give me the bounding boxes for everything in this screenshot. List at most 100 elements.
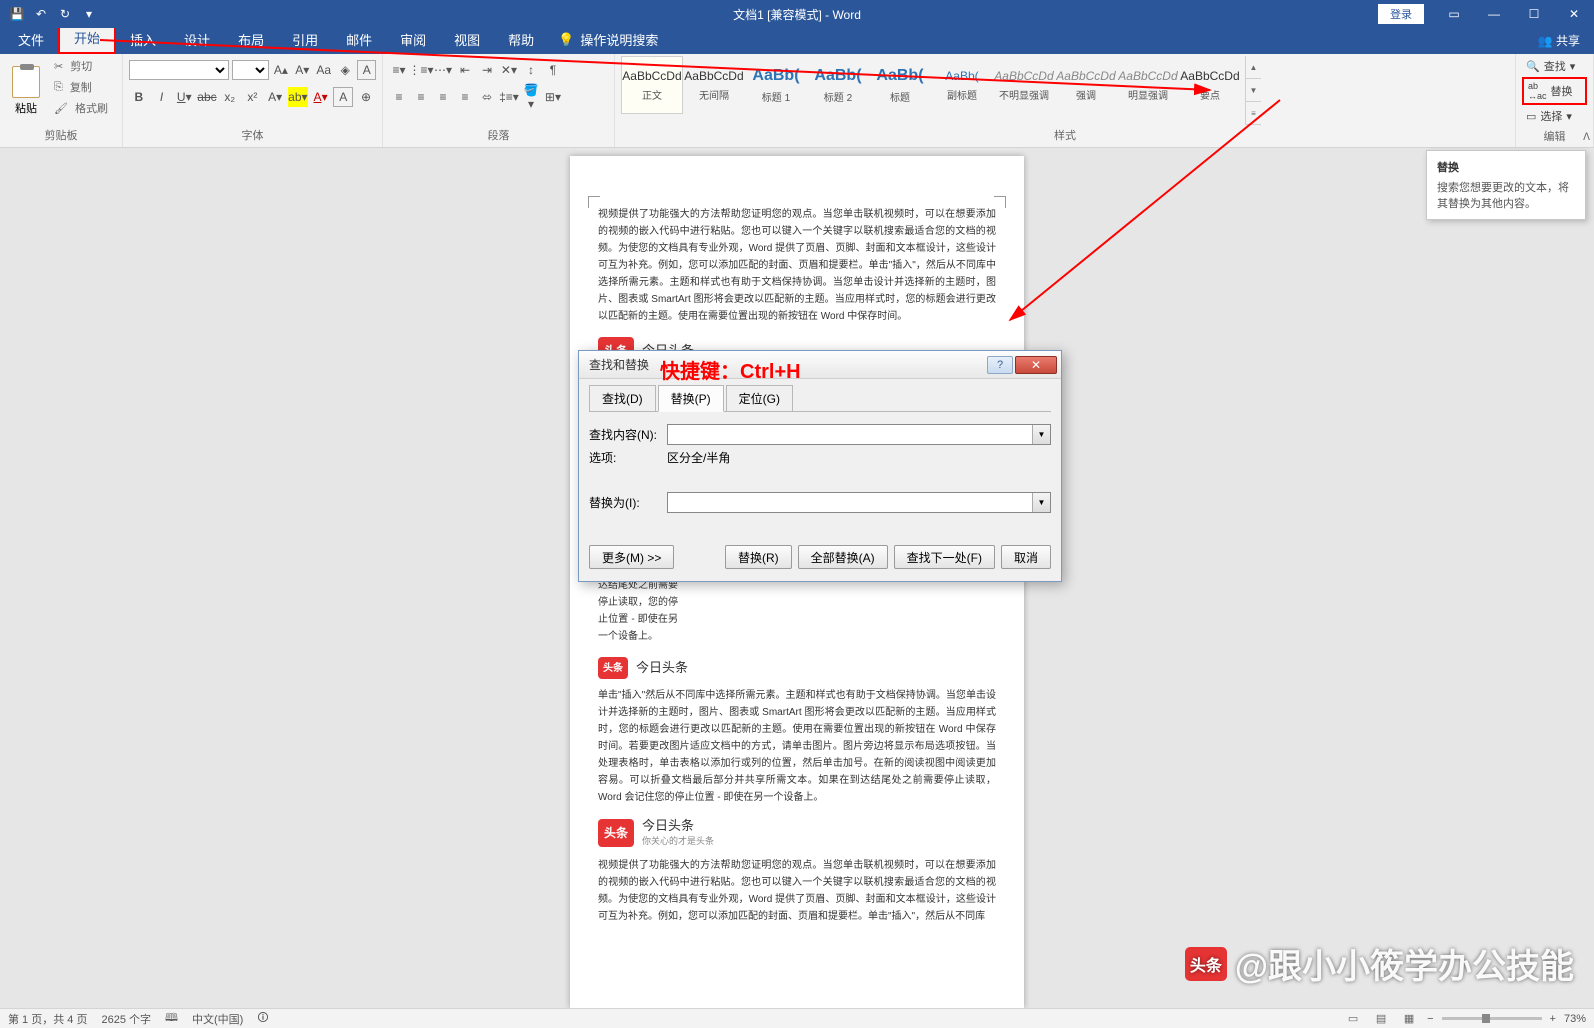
superscript-icon[interactable]: x²	[243, 87, 263, 107]
numbering-icon[interactable]: ⋮≡▾	[411, 60, 431, 80]
share-button[interactable]: 👥 共享	[1524, 27, 1594, 54]
status-lang[interactable]: 中文(中国)	[192, 1011, 243, 1027]
minimize-icon[interactable]: —	[1474, 0, 1514, 28]
font-size-select[interactable]	[232, 60, 269, 80]
find-input[interactable]: ▼	[667, 424, 1051, 445]
dropdown-icon[interactable]: ▼	[1032, 425, 1050, 444]
status-accessibility-icon[interactable]: 🛈	[257, 1009, 268, 1028]
replace-all-button[interactable]: 全部替换(A)	[798, 545, 888, 569]
sort-icon[interactable]: ↕	[521, 60, 541, 80]
status-page[interactable]: 第 1 页，共 4 页	[8, 1011, 87, 1027]
replace-one-button[interactable]: 替换(R)	[725, 545, 792, 569]
collapse-ribbon-icon[interactable]: ᐱ	[1583, 132, 1590, 143]
font-name-select[interactable]	[129, 60, 229, 80]
ribbon-options-icon[interactable]: ▭	[1434, 0, 1474, 28]
style-item[interactable]: AaBbCcDd无间隔	[683, 56, 745, 114]
view-print-icon[interactable]: ▤	[1371, 1011, 1391, 1027]
styles-gallery[interactable]: AaBbCcDd正文AaBbCcDd无间隔AaBb(标题 1AaBb(标题 2A…	[621, 56, 1241, 122]
bold-icon[interactable]: B	[129, 87, 149, 107]
text-effects-icon[interactable]: A▾	[265, 87, 285, 107]
style-item[interactable]: AaBbCcDd正文	[621, 56, 683, 114]
highlight-icon[interactable]: ab▾	[288, 87, 308, 107]
view-web-icon[interactable]: ▦	[1399, 1011, 1419, 1027]
style-item[interactable]: AaBbCcDd要点	[1179, 56, 1241, 114]
zoom-out-icon[interactable]: −	[1427, 1013, 1433, 1025]
save-icon[interactable]: 💾	[6, 3, 28, 25]
style-item[interactable]: AaBb(标题 2	[807, 56, 869, 114]
tab-mailings[interactable]: 邮件	[332, 25, 386, 54]
style-item[interactable]: AaBbCcDd明显强调	[1117, 56, 1179, 114]
tab-references[interactable]: 引用	[278, 25, 332, 54]
zoom-in-icon[interactable]: +	[1550, 1013, 1556, 1025]
tab-insert[interactable]: 插入	[116, 25, 170, 54]
dropdown-icon[interactable]: ▼	[1032, 493, 1050, 512]
scroll-up-icon[interactable]: ▲	[1246, 56, 1261, 79]
increase-indent-icon[interactable]: ⇥	[477, 60, 497, 80]
tab-design[interactable]: 设计	[170, 25, 224, 54]
tab-layout[interactable]: 布局	[224, 25, 278, 54]
zoom-slider[interactable]	[1442, 1017, 1542, 1020]
enclose-icon[interactable]: ⊕	[356, 87, 376, 107]
style-item[interactable]: AaBb(标题 1	[745, 56, 807, 114]
phonetic-guide-icon[interactable]: A	[357, 60, 376, 80]
zoom-value[interactable]: 73%	[1564, 1013, 1586, 1025]
show-marks-icon[interactable]: ¶	[543, 60, 563, 80]
font-color-icon[interactable]: A▾	[311, 87, 331, 107]
asian-layout-icon[interactable]: ✕▾	[499, 60, 519, 80]
tab-file[interactable]: 文件	[4, 25, 58, 54]
distribute-icon[interactable]: ⬄	[477, 87, 497, 107]
style-item[interactable]: AaBbCcDd不明显强调	[993, 56, 1055, 114]
strikethrough-icon[interactable]: abc	[197, 87, 217, 107]
style-item[interactable]: AaBb(副标题	[931, 56, 993, 114]
select-button[interactable]: ▭ 选择▾	[1522, 106, 1587, 126]
bullets-icon[interactable]: ≡▾	[389, 60, 409, 80]
clear-format-icon[interactable]: ◈	[336, 60, 354, 80]
redo-icon[interactable]: ↻	[54, 3, 76, 25]
underline-icon[interactable]: U▾	[174, 87, 194, 107]
decrease-indent-icon[interactable]: ⇤	[455, 60, 475, 80]
copy-button[interactable]: ⎘ 复制	[50, 77, 116, 97]
scroll-down-icon[interactable]: ▼	[1246, 79, 1261, 102]
align-left-icon[interactable]: ≡	[389, 87, 409, 107]
dialog-tab-replace[interactable]: 替换(P)	[658, 385, 724, 412]
replace-input[interactable]: ▼	[667, 492, 1051, 513]
cancel-button[interactable]: 取消	[1001, 545, 1051, 569]
maximize-icon[interactable]: ☐	[1514, 0, 1554, 28]
align-center-icon[interactable]: ≡	[411, 87, 431, 107]
char-shading-icon[interactable]: A	[333, 87, 353, 107]
style-item[interactable]: AaBbCcDd强调	[1055, 56, 1117, 114]
shrink-font-icon[interactable]: A▾	[293, 60, 311, 80]
expand-gallery-icon[interactable]: ≡	[1246, 102, 1261, 125]
grow-font-icon[interactable]: A▴	[272, 60, 290, 80]
justify-icon[interactable]: ≡	[455, 87, 475, 107]
dialog-titlebar[interactable]: 查找和替换 ? ✕	[579, 351, 1061, 379]
status-lang-icon[interactable]: 🕮	[165, 1009, 178, 1028]
tab-view[interactable]: 视图	[440, 25, 494, 54]
format-painter-button[interactable]: 🖌 格式刷	[50, 98, 116, 118]
find-button[interactable]: 🔍 查找▾	[1522, 56, 1587, 76]
dialog-tab-find[interactable]: 查找(D)	[589, 385, 656, 412]
view-read-icon[interactable]: ▭	[1343, 1011, 1363, 1027]
style-item[interactable]: AaBb(标题	[869, 56, 931, 114]
tell-me-search[interactable]: 💡 操作说明搜索	[548, 25, 668, 54]
find-next-button[interactable]: 查找下一处(F)	[894, 545, 995, 569]
cut-button[interactable]: ✂ 剪切	[50, 56, 116, 76]
replace-button[interactable]: ab↔ac 替换	[1522, 77, 1587, 105]
shading-icon[interactable]: 🪣▾	[521, 87, 541, 107]
tab-review[interactable]: 审阅	[386, 25, 440, 54]
more-button[interactable]: 更多(M) >>	[589, 545, 674, 569]
styles-scroll[interactable]: ▲▼≡	[1245, 56, 1261, 125]
document-page[interactable]: 视频提供了功能强大的方法帮助您证明您的观点。当您单击联机视频时，可以在想要添加的…	[570, 156, 1024, 1008]
line-spacing-icon[interactable]: ‡≡▾	[499, 87, 519, 107]
italic-icon[interactable]: I	[152, 87, 172, 107]
dialog-tab-goto[interactable]: 定位(G)	[726, 385, 793, 412]
undo-icon[interactable]: ↶	[30, 3, 52, 25]
login-button[interactable]: 登录	[1378, 4, 1424, 24]
close-icon[interactable]: ✕	[1554, 0, 1594, 28]
tab-help[interactable]: 帮助	[494, 25, 548, 54]
status-words[interactable]: 2625 个字	[101, 1011, 151, 1027]
subscript-icon[interactable]: x₂	[220, 87, 240, 107]
borders-icon[interactable]: ⊞▾	[543, 87, 563, 107]
dialog-close-icon[interactable]: ✕	[1015, 356, 1057, 374]
multilevel-icon[interactable]: ⋯▾	[433, 60, 453, 80]
